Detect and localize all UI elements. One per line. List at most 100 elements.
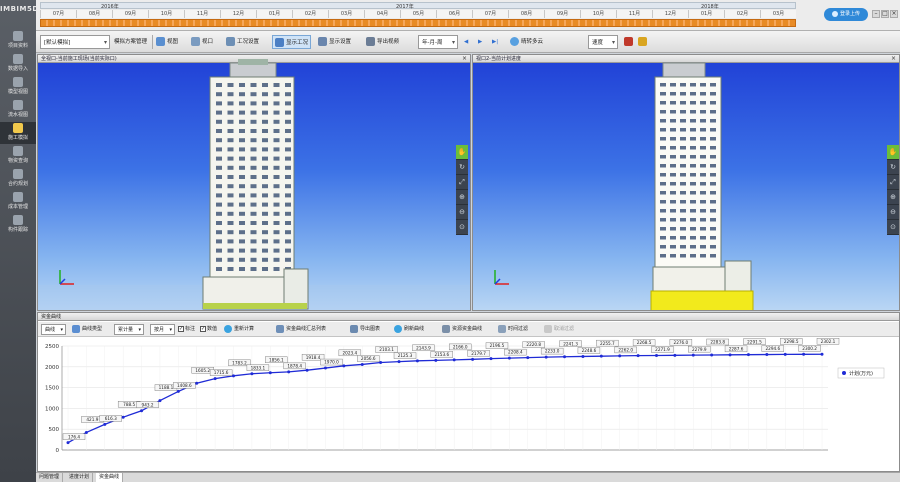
viewport-left[interactable]: 全视口-当前施工现场(当前实际口) × ✋ ↻ ⤢ ⊕ ⊖ ⊙ (37, 54, 471, 311)
viewport-tool-2-icon[interactable]: ⤢ (887, 175, 899, 190)
sidebar-item-0[interactable]: 项目资料 (0, 30, 36, 52)
sidebar-item-icon (13, 169, 23, 179)
play-button[interactable]: ▶ (478, 35, 482, 49)
building-window (250, 92, 257, 97)
speed-select[interactable]: 速度 (588, 35, 618, 50)
data-label: 1408.6 (177, 383, 192, 388)
building-window (216, 230, 222, 235)
timeline-month-label[interactable]: 09月 (544, 10, 580, 18)
building-window (700, 236, 706, 240)
building-window (273, 239, 280, 244)
timeline-month-label[interactable]: 04月 (364, 10, 400, 18)
bottom-tab-2[interactable]: 资金曲线 (96, 473, 124, 482)
weather-control[interactable]: 晴转多云 (510, 35, 543, 49)
timeline-month-label[interactable]: 06月 (436, 10, 472, 18)
summary-list-button[interactable]: 资金曲线汇总列表 (276, 324, 326, 335)
export-chart-label: 导出图表 (360, 326, 381, 332)
sidebar-item-7[interactable]: 成本管理 (0, 191, 36, 213)
building-window (239, 110, 245, 115)
refresh-curve-button[interactable]: 刷新曲线 (394, 324, 424, 335)
timeline-month-label[interactable]: 05月 (400, 10, 436, 18)
amount-select[interactable]: 累计量 (114, 324, 145, 336)
timeline-month-label[interactable]: 07月 (40, 10, 76, 18)
recalculate-button[interactable]: 重新计算 (224, 324, 254, 335)
data-point (379, 361, 383, 365)
show-work-button[interactable]: 显示工况 (272, 35, 312, 49)
viewport-right[interactable]: 视口2-当前计划进度 × ✋ ↻ ⤢ ⊕ ⊖ ⊙ (472, 54, 900, 311)
viewport-tool-0-icon[interactable]: ✋ (456, 145, 468, 160)
sidebar-item-2[interactable]: 模型视图 (0, 76, 36, 98)
timeline-month-label[interactable]: 01月 (688, 10, 724, 18)
timeline-month-label[interactable]: 02月 (724, 10, 760, 18)
work-settings-button[interactable]: 工况设置 (226, 35, 259, 49)
data-label: 2233.0 (545, 349, 560, 354)
simulation-select[interactable]: [默认模拟] (40, 35, 110, 50)
viewport-tool-5-icon[interactable]: ⊙ (887, 220, 899, 235)
login-upload-button[interactable]: 登录上传 (824, 8, 868, 21)
timeline-month-label[interactable]: 10月 (148, 10, 184, 18)
building-window (670, 110, 676, 114)
sidebar-item-icon (13, 77, 23, 87)
viewport-tool-5-icon[interactable]: ⊙ (456, 220, 468, 235)
next-frame-button[interactable]: ▶| (492, 35, 498, 49)
sidebar-item-5[interactable]: 物资查询 (0, 145, 36, 167)
sidebar-item-4[interactable]: 施工模拟 (0, 122, 36, 144)
timeline-month-label[interactable]: 08月 (508, 10, 544, 18)
timeline-month-label[interactable]: 07月 (472, 10, 508, 18)
sidebar-item-1[interactable]: 数据导入 (0, 53, 36, 75)
timeline-bar[interactable]: 2016年 2017年 2018年 07月 08月 09月 10月 11月 12月 01月 02月… (36, 0, 900, 31)
bottom-tab-1[interactable]: 进度计划 (66, 473, 94, 482)
export-video-button[interactable]: 导出视频 (366, 35, 399, 49)
curve-select[interactable]: 曲线 (41, 324, 67, 336)
time-filter-button[interactable]: 时间过滤 (498, 324, 528, 335)
viewport-tool-0-icon[interactable]: ✋ (887, 145, 899, 160)
maximize-button[interactable]: □ (881, 10, 889, 18)
period-select[interactable]: 按月 (150, 324, 176, 336)
timeline-month-label[interactable]: 11月 (616, 10, 652, 18)
building-window (660, 245, 666, 249)
viewport-tool-2-icon[interactable]: ⤢ (456, 175, 468, 190)
sim-manage-button[interactable]: 模拟方案管理 (114, 35, 147, 49)
timeline-month-label[interactable]: 11月 (184, 10, 220, 18)
building-window (710, 254, 716, 258)
minimize-button[interactable]: – (872, 10, 880, 18)
value-checkbox[interactable]: ✓ 数值 (200, 324, 217, 335)
viewport-tool-4-icon[interactable]: ⊖ (887, 205, 899, 220)
viewport-button[interactable]: 视口 (191, 35, 213, 49)
viewport-tool-1-icon[interactable]: ↻ (456, 160, 468, 175)
building-window (690, 173, 696, 177)
sidebar-item-8[interactable]: 构件跟踪 (0, 214, 36, 236)
timeline-month-label[interactable]: 01月 (256, 10, 292, 18)
display-settings-button[interactable]: 显示设置 (318, 35, 351, 49)
prev-frame-button[interactable]: ◀ (464, 35, 468, 49)
building-window (660, 173, 666, 177)
viewport-tool-3-icon[interactable]: ⊕ (456, 190, 468, 205)
view-button[interactable]: 视图 (156, 35, 178, 49)
viewport-tool-1-icon[interactable]: ↻ (887, 160, 899, 175)
toolbar-extra-button-2[interactable] (638, 35, 649, 49)
cancel-filter-button[interactable]: 取消过滤 (544, 324, 574, 335)
curve-type-button[interactable]: 曲线类型 (72, 324, 102, 335)
building-window (690, 209, 696, 213)
capital-plan-button[interactable]: 资源资金曲线 (442, 324, 482, 335)
sidebar-item-3[interactable]: 流水视图 (0, 99, 36, 121)
viewport-tool-3-icon[interactable]: ⊕ (887, 190, 899, 205)
label-checkbox[interactable]: ✓ 标注 (178, 324, 195, 335)
timeline-month-label[interactable]: 10月 (580, 10, 616, 18)
close-button[interactable]: × (890, 10, 898, 18)
timeline-month-label[interactable]: 03月 (760, 10, 796, 18)
timeline-month-label[interactable]: 02月 (292, 10, 328, 18)
timeline-progress-track[interactable] (40, 19, 796, 27)
toolbar-extra-button[interactable] (624, 35, 635, 49)
play-mode-select[interactable]: 年-月-周 (418, 35, 458, 50)
timeline-month-label[interactable]: 03月 (328, 10, 364, 18)
viewport-tool-4-icon[interactable]: ⊖ (456, 205, 468, 220)
timeline-month-label[interactable]: 09月 (112, 10, 148, 18)
data-label: 176.4 (68, 434, 80, 439)
timeline-month-label[interactable]: 08月 (76, 10, 112, 18)
export-chart-button[interactable]: 导出图表 (350, 324, 380, 335)
bottom-tab-0[interactable]: 问题管理 (36, 473, 64, 482)
sidebar-item-6[interactable]: 合约规划 (0, 168, 36, 190)
timeline-month-label[interactable]: 12月 (652, 10, 688, 18)
timeline-month-label[interactable]: 12月 (220, 10, 256, 18)
